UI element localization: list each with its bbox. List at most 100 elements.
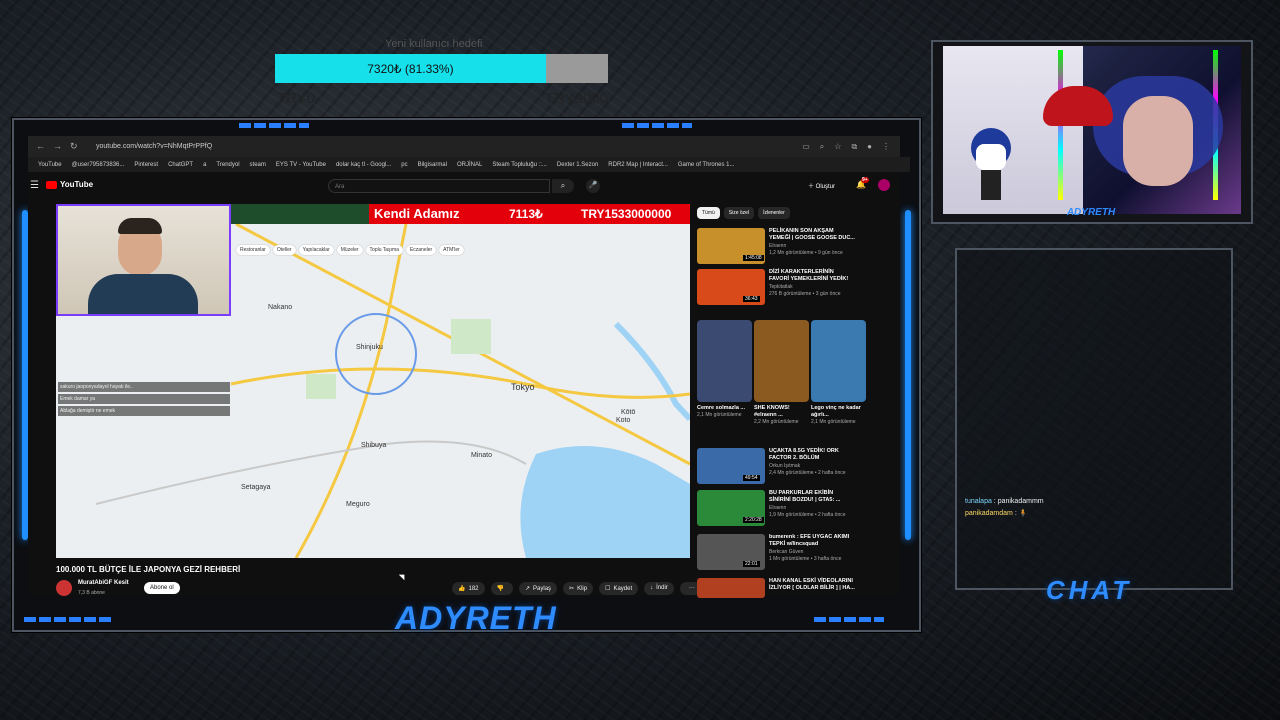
- recommendation-thumbnail[interactable]: [697, 578, 765, 598]
- frame-accent-bottom-left: [24, 617, 114, 622]
- recommendation-title[interactable]: BU PARKURLAR EKİBİN SİNİRİNİ BOZDU! | GT…: [769, 490, 855, 504]
- hamburger-menu-icon[interactable]: ☰: [30, 180, 39, 191]
- recommendation-item[interactable]: 49:54 UÇAKTA 8.5G YEDİK! ORK FACTOR 2. BÖ…: [697, 448, 857, 484]
- short-item[interactable]: Cemre solmazla ... 2,1 Mn görüntüleme: [697, 320, 752, 440]
- bookmark-item[interactable]: dolar kaç tl - Googl...: [336, 162, 391, 168]
- mic-icon[interactable]: 🎤: [586, 179, 600, 193]
- recommendation-item[interactable]: 2:20:28 BU PARKURLAR EKİBİN SİNİRİNİ BOZD…: [697, 490, 857, 526]
- recommendation-channel: Elraenn: [769, 243, 787, 249]
- streamer-webcam-inset: [56, 204, 231, 316]
- recommendation-item[interactable]: HAN KANAL ESKİ VİDEOLARINI İZLİYOR [ OLD…: [697, 578, 857, 598]
- bookmark-item[interactable]: ChatGPT: [168, 162, 193, 168]
- create-button[interactable]: ＋ Oluştur: [808, 181, 835, 190]
- bookmark-item[interactable]: a: [203, 162, 206, 168]
- bookmark-item[interactable]: pc: [401, 162, 407, 168]
- search-input[interactable]: Ara: [328, 179, 550, 193]
- recommendation-title[interactable]: HAN KANAL ESKİ VİDEOLARINI İZLİYOR [ OLD…: [769, 578, 855, 592]
- video-chat-line: sakuro jaoponyadayol hayatı ile..: [58, 382, 230, 392]
- short-thumbnail[interactable]: [754, 320, 809, 402]
- address-bar[interactable]: youtube.com/watch?v=NhMqtPrPPfQ: [96, 143, 212, 150]
- map-label: Shinjuku: [356, 344, 383, 351]
- recommendation-item[interactable]: 36:43 DİZİ KARAKTERLERİNİN FAVORİ YEMEKLE…: [697, 269, 857, 305]
- save-button[interactable]: ☐ Kaydet: [599, 582, 639, 595]
- dislike-button[interactable]: 👎: [490, 582, 513, 595]
- bookmark-item[interactable]: ORJİNAL: [457, 162, 482, 168]
- more-button-label: ···: [688, 585, 695, 591]
- short-title[interactable]: Lego vinç ne kadar ağırlı...: [811, 405, 866, 419]
- like-button[interactable]: 👍 182: [452, 582, 485, 595]
- channel-avatar[interactable]: [56, 580, 72, 596]
- map-chip[interactable]: Toplu Taşıma: [365, 245, 403, 255]
- map-chip[interactable]: Yapılacaklar: [298, 245, 334, 255]
- bookmark-star-icon[interactable]: ☆: [834, 142, 841, 152]
- download-button[interactable]: ↓ İndir: [644, 582, 674, 595]
- bookmark-item[interactable]: Bilgisarmal: [418, 162, 447, 168]
- map-chip[interactable]: Oteller: [272, 245, 296, 255]
- chip-2[interactable]: İzlenenler: [758, 207, 790, 219]
- map-chip[interactable]: Eczaneler: [405, 245, 437, 255]
- bookmark-item[interactable]: @user795873836...: [72, 162, 125, 168]
- imperial-palace: [451, 319, 491, 354]
- video-duration: 2:20:28: [743, 517, 764, 523]
- webcam-label: ADYRETH: [1066, 207, 1116, 218]
- map-chip[interactable]: ATM'ler: [439, 245, 464, 255]
- short-item[interactable]: Lego vinç ne kadar ağırlı... 2,1 Mn görün…: [811, 320, 866, 440]
- extensions-icon[interactable]: ⧉: [851, 142, 857, 152]
- account-avatar[interactable]: [878, 179, 890, 191]
- profile-icon[interactable]: ●: [867, 142, 872, 152]
- youtube-logo[interactable]: YouTube: [46, 180, 93, 189]
- like-button-label: 182: [468, 586, 479, 592]
- bookmark-item[interactable]: steam: [250, 162, 266, 168]
- back-icon[interactable]: ←: [36, 141, 45, 152]
- video-duration: 36:43: [743, 296, 760, 302]
- recommendation-title[interactable]: bumerenk : EFE UYGAC AKIMI TEPKİ w/lincs…: [769, 534, 855, 548]
- short-views: 2,1 Mn görüntüleme: [811, 419, 856, 425]
- chat-username[interactable]: tunalapa: [965, 498, 992, 505]
- video-player[interactable]: Kendi Adamız 7113₺ TRY1533000000 Restora…: [56, 204, 690, 558]
- recommendation-title[interactable]: DİZİ KARAKTERLERİNİN FAVORİ YEMEKLERİNİ …: [769, 269, 855, 283]
- dislike-button-label: [504, 586, 507, 592]
- bookmark-item[interactable]: Pinterest: [134, 162, 158, 168]
- chat-username[interactable]: panikadamdam: [965, 510, 1013, 517]
- chat-label: CHAT: [1045, 575, 1133, 605]
- recommendation-title[interactable]: PELİKANIN SON AKŞAM YEMEĞİ | GOOSE GOOSE…: [769, 228, 855, 242]
- channel-name[interactable]: MuratAbiGF Kesit: [78, 580, 129, 586]
- bookmark-item[interactable]: Trendyol: [216, 162, 239, 168]
- share-button[interactable]: ↗ Paylaş: [518, 582, 558, 595]
- short-thumbnail[interactable]: [811, 320, 866, 402]
- short-thumbnail[interactable]: [697, 320, 752, 402]
- video-chat-overlay: sakuro jaoponyadayol hayatı ile.. Emek da…: [58, 382, 230, 418]
- menu-icon[interactable]: ⋮: [882, 142, 890, 152]
- recommendation-meta: 1,9 Mn görüntüleme • 2 hafta önce: [769, 512, 846, 518]
- bookmark-item[interactable]: EYS TV - YouTube: [276, 162, 326, 168]
- short-title[interactable]: Cemre solmazla ...: [697, 405, 752, 412]
- recommendation-item[interactable]: 1:45:08 PELİKANIN SON AKŞAM YEMEĞİ | GOOS…: [697, 228, 857, 264]
- chip-0[interactable]: Tümü: [697, 207, 720, 219]
- bookmark-item[interactable]: YouTube: [38, 162, 62, 168]
- zoom-icon[interactable]: ⌕: [820, 142, 824, 152]
- bookmark-item[interactable]: RDR2 Map | Interact...: [608, 162, 668, 168]
- subscriber-count: 7,3 B abone: [78, 590, 105, 596]
- notifications-bell-icon[interactable]: 🔔 9+: [856, 177, 869, 189]
- map-label: Setagaya: [241, 484, 271, 491]
- recommendation-title[interactable]: UÇAKTA 8.5G YEDİK! ORK FACTOR 2. BÖLÜM: [769, 448, 855, 462]
- reload-icon[interactable]: ↻: [70, 141, 78, 152]
- subscribe-button[interactable]: Abone ol: [144, 582, 180, 594]
- bookmark-item[interactable]: Game of Thrones 1...: [678, 162, 735, 168]
- short-title[interactable]: SHE KNOWS! #elraenn ...: [754, 405, 809, 419]
- youtube-header: ☰ YouTube Ara ⌕ 🎤 ＋ Oluştur 🔔 9+: [28, 172, 900, 200]
- forward-icon[interactable]: →: [53, 141, 62, 152]
- map-chip[interactable]: Müzeler: [336, 245, 363, 255]
- cast-icon[interactable]: ▭: [802, 142, 810, 152]
- youtube-play-icon: [46, 180, 57, 189]
- santa-hat: [1043, 86, 1113, 126]
- clip-button[interactable]: ✂ Klip: [563, 582, 594, 595]
- chip-1[interactable]: Size özel: [723, 207, 755, 219]
- bookmark-item[interactable]: Steam Topluluğu ::...: [492, 162, 547, 168]
- bookmark-item[interactable]: Dexter 1.Sezon: [557, 162, 598, 168]
- frame-accent-top-left: [239, 123, 309, 128]
- search-button[interactable]: ⌕: [552, 179, 574, 193]
- short-item[interactable]: SHE KNOWS! #elraenn ... 2,2 Mn görüntülem…: [754, 320, 809, 440]
- map-chip[interactable]: Restoranlar: [236, 245, 270, 255]
- recommendation-item[interactable]: 22:01 bumerenk : EFE UYGAC AKIMI TEPKİ w/…: [697, 534, 857, 570]
